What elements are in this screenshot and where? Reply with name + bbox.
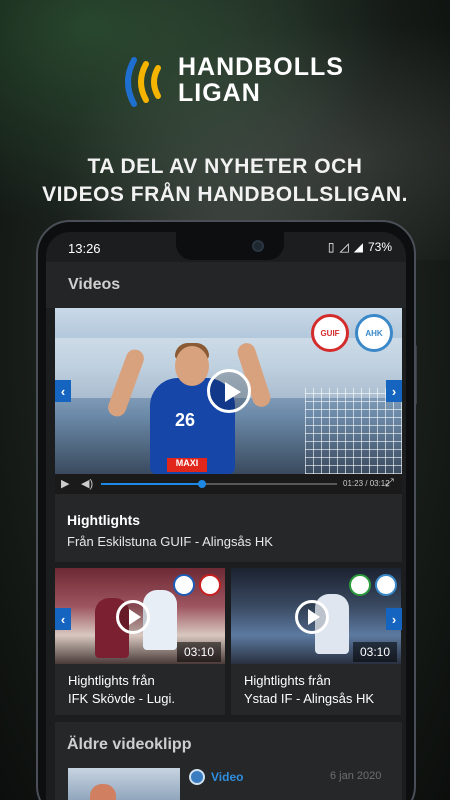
jersey-sponsor: MAXI [167,458,207,472]
play-button[interactable] [207,369,251,413]
video-card-1-title: Hightlights från IFK Skövde - Lugi. [68,672,175,708]
older-videos-title: Äldre videoklipp [67,736,192,753]
logo-line-1: HANDBOLLS [178,53,344,81]
team-badge-icon [173,574,195,596]
video-card-1-thumbnail[interactable]: 03:10 [55,568,225,664]
tagline: TA DEL AV NYHETER OCH VIDEOS FRÅN HANDBO… [0,153,450,209]
vibrate-icon: ▯ [327,240,335,254]
older-video-type[interactable]: Video [211,770,243,784]
signal-icon: ◢ [353,240,363,254]
video-card-1[interactable]: 03:10 Hightlights från IFK Skövde - Lugi… [55,568,225,715]
older-video-date: 6 jan 2020 [330,770,382,782]
away-team-badge: AHK [355,314,393,352]
video-progress-bar[interactable] [101,480,337,488]
team-badge-icon [199,574,221,596]
featured-caption[interactable]: Hightlights Från Eskilstuna GUIF - Aling… [55,494,402,562]
play-button[interactable] [116,600,150,634]
logo-mark-icon [125,57,161,107]
front-camera [252,240,264,252]
home-team-badge: GUIF [311,314,349,352]
cards-next-button[interactable]: › [386,608,402,630]
video-card-1-title-line-1: Hightlights från [68,673,155,688]
app-header: Videos [46,262,406,308]
logo-wordmark: HANDBOLLS LIGAN [178,54,344,106]
jersey-number: 26 [175,410,196,430]
featured-thumbnail[interactable]: 26 MAXI GUIF AHK [55,308,402,474]
video-card-1-duration: 03:10 [177,642,221,662]
phone-screen: 13:26 ▯ ◿ ◢ 73% Videos 26 MAXI GUIF AHK … [46,232,406,800]
progress-handle[interactable] [198,480,207,488]
video-card-2-duration: 03:10 [353,642,397,662]
featured-title: Hightlights [67,512,141,528]
video-duration: 01:23 / 03:12 [343,479,390,488]
video-type-icon [189,769,205,785]
cards-prev-button[interactable]: ‹ [55,608,71,630]
status-battery: 73% [367,240,392,254]
video-card-2[interactable]: 03:10 Hightlights från Ystad IF - Alings… [231,568,401,715]
status-icons: ▯ ◿ ◢ 73% [328,240,392,254]
video-card-2-thumbnail[interactable]: 03:10 [231,568,401,664]
video-controls: ▶ ◀) 01:23 / 03:12 ⤢ [55,474,402,494]
featured-video[interactable]: 26 MAXI GUIF AHK ‹ › ▶ ◀) 01:23 / 03:12 … [55,308,402,494]
handbollsligan-logo: HANDBOLLS LIGAN [120,52,343,112]
phone-frame: 13:26 ▯ ◿ ◢ 73% Videos 26 MAXI GUIF AHK … [36,220,416,800]
team-badge-icon [375,574,397,596]
player-head [175,346,209,386]
card-player [90,784,116,800]
phone-notch [176,232,284,260]
tagline-line-1: TA DEL AV NYHETER OCH [87,155,363,178]
section-title: Videos [68,276,121,293]
carousel-prev-button[interactable]: ‹ [55,380,71,402]
carousel-next-button[interactable]: › [386,380,402,402]
video-card-2-title-line-1: Hightlights från [244,673,331,688]
older-video-thumbnail[interactable] [68,768,180,800]
older-videos-section: Äldre videoklipp Video 6 jan 2020 [55,722,402,800]
play-button[interactable] [295,600,329,634]
video-card-1-title-line-2: IFK Skövde - Lugi. [68,691,175,706]
video-card-2-title-line-2: Ystad IF - Alingsås HK [244,691,375,706]
video-card-2-title: Hightlights från Ystad IF - Alingsås HK [244,672,374,708]
fullscreen-icon[interactable]: ⤢ [385,477,394,490]
tagline-line-2: VIDEOS FRÅN HANDBOLLSLIGAN. [42,183,408,206]
team-badge-icon [349,574,371,596]
featured-subtitle: Från Eskilstuna GUIF - Alingsås HK [67,534,273,549]
logo-line-2: LIGAN [178,79,261,107]
progress-fill [101,483,203,485]
status-time: 13:26 [68,241,101,256]
play-control-icon[interactable]: ▶ [61,477,69,490]
no-signal-icon: ◿ [339,240,349,254]
volume-icon[interactable]: ◀) [81,477,93,490]
